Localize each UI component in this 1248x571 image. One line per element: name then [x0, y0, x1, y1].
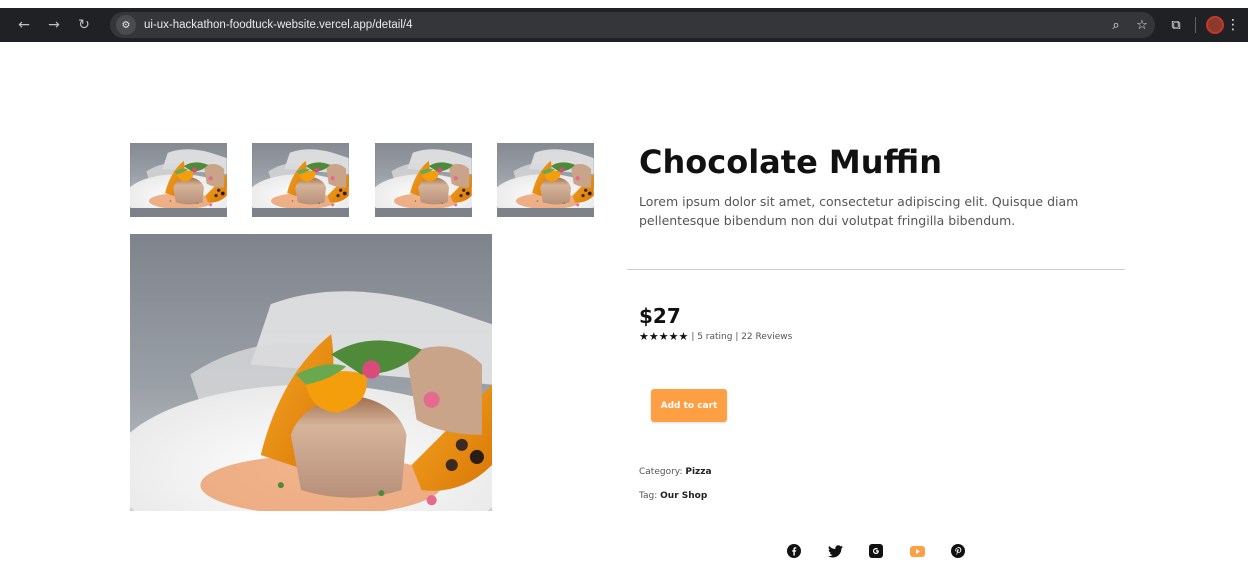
tag-label: Tag:: [639, 491, 658, 501]
add-to-cart-button[interactable]: Add to cart: [651, 389, 727, 422]
product-thumbnail[interactable]: [375, 143, 472, 217]
pinterest-icon[interactable]: [944, 539, 972, 563]
product-thumbnail[interactable]: [497, 143, 594, 217]
profile-avatar[interactable]: [1206, 16, 1224, 34]
address-bar[interactable]: ⚙ ui-ux-hackathon-foodtuck-website.verce…: [110, 12, 1155, 38]
tag-value[interactable]: Our Shop: [660, 491, 707, 501]
product-price: $27: [639, 304, 681, 328]
category-label: Category:: [639, 467, 683, 477]
extensions-icon[interactable]: ⧉: [1163, 18, 1189, 33]
youtube-icon[interactable]: [903, 539, 931, 563]
back-icon[interactable]: ←: [12, 13, 36, 37]
category-value[interactable]: Pizza: [685, 467, 711, 477]
twitter-icon[interactable]: [821, 539, 849, 563]
rating-summary[interactable]: | 5 rating | 22 Reviews: [691, 332, 792, 342]
bookmark-star-icon[interactable]: ☆: [1129, 18, 1155, 33]
section-divider: [627, 269, 1125, 270]
site-info-icon[interactable]: ⚙: [116, 15, 136, 35]
star-rating-icon: ★★★★★: [639, 330, 689, 343]
product-main-image: [130, 234, 492, 511]
product-thumbnail[interactable]: [252, 143, 349, 217]
reload-icon[interactable]: ↻: [72, 13, 96, 37]
google-icon[interactable]: [862, 539, 890, 563]
product-thumbnail[interactable]: [130, 143, 227, 217]
social-links: [780, 539, 985, 563]
tag-line: Tag: Our Shop: [639, 491, 707, 501]
url-text[interactable]: ui-ux-hackathon-foodtuck-website.vercel.…: [144, 19, 412, 31]
rating-row: ★★★★★ | 5 rating | 22 Reviews: [639, 330, 792, 343]
facebook-icon[interactable]: [780, 539, 808, 563]
product-title: Chocolate Muffin: [639, 143, 942, 181]
product-description: Lorem ipsum dolor sit amet, consectetur …: [639, 194, 1079, 228]
browser-toolbar: ← → ↻ ⚙ ui-ux-hackathon-foodtuck-website…: [0, 8, 1248, 42]
toolbar-divider: [1195, 17, 1196, 33]
zoom-icon[interactable]: ⌕: [1103, 18, 1129, 33]
category-line: Category: Pizza: [639, 467, 712, 477]
forward-icon[interactable]: →: [42, 13, 66, 37]
menu-icon[interactable]: ⋮: [1224, 17, 1242, 33]
browser-chrome: ← → ↻ ⚙ ui-ux-hackathon-foodtuck-website…: [0, 0, 1248, 44]
